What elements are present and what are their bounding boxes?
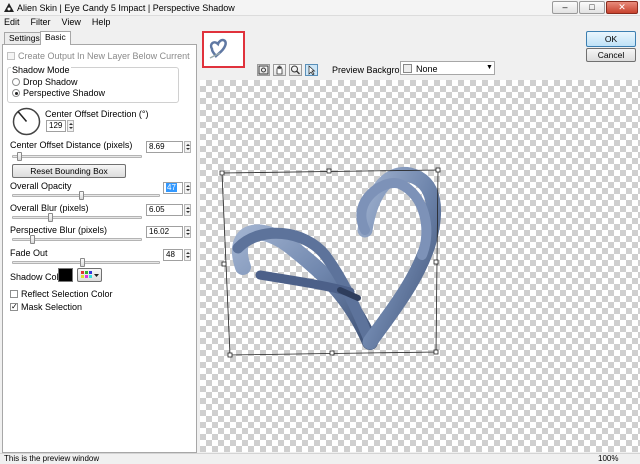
menu-edit[interactable]: Edit (4, 16, 20, 29)
center-offset-direction-input[interactable]: 129 (46, 120, 66, 132)
window-title: Alien Skin | Eye Candy 5 Impact | Perspe… (17, 3, 235, 13)
overall-blur-input[interactable]: 6.05 (146, 204, 183, 216)
fade-out-label: Fade Out (10, 248, 48, 258)
app-icon (4, 3, 14, 12)
center-offset-direction-label: Center Offset Direction (°) (45, 109, 149, 119)
create-output-label: Create Output In New Layer Below Current (18, 51, 190, 61)
zoom-fit-icon (258, 65, 269, 75)
settings-panel: Settings Basic Create Output In New Laye… (0, 29, 200, 453)
center-offset-distance-spinner[interactable] (184, 141, 191, 153)
overall-opacity-value: 47 (166, 183, 177, 192)
zoom-icon (291, 65, 300, 75)
drop-shadow-radio[interactable] (12, 78, 20, 86)
overall-opacity-spinner[interactable] (184, 182, 191, 194)
overall-opacity-track (12, 194, 160, 197)
reset-bounding-box-button[interactable]: Reset Bounding Box (12, 164, 126, 178)
checkmark-icon: ✓ (11, 302, 18, 311)
preset-thumbnail[interactable] (202, 31, 245, 68)
preview-window[interactable] (200, 80, 640, 452)
overall-blur-slider[interactable] (48, 213, 53, 222)
arrow-icon (308, 65, 316, 76)
fade-out-slider[interactable] (80, 258, 86, 267)
shadow-color-swatch[interactable] (58, 268, 73, 282)
pan-tool-button[interactable] (273, 64, 286, 76)
perspective-blur-input[interactable]: 16.02 (146, 226, 183, 238)
ribbon-heart (231, 166, 441, 350)
tab-settings[interactable]: Settings (4, 32, 45, 44)
zoom-level: 100% (598, 454, 619, 463)
minimize-button[interactable]: – (552, 1, 578, 14)
drop-shadow-label: Drop Shadow (23, 77, 78, 87)
perspective-shadow-radio[interactable] (12, 89, 20, 97)
overall-blur-label: Overall Blur (pixels) (10, 203, 89, 213)
menu-view[interactable]: View (62, 16, 81, 29)
shadow-mode-label: Shadow Mode (11, 65, 71, 75)
basic-tab-panel: Create Output In New Layer Below Current… (2, 44, 197, 453)
overall-opacity-input[interactable]: 47 (163, 182, 183, 194)
cancel-button[interactable]: Cancel (586, 48, 636, 62)
mask-selection-checkbox[interactable]: ✓ (10, 303, 18, 311)
preview-background-value: None (416, 64, 438, 74)
hand-icon (276, 65, 283, 75)
maximize-button[interactable]: □ (579, 1, 605, 14)
palette-icon (81, 271, 99, 278)
center-offset-distance-label: Center Offset Distance (pixels) (10, 140, 133, 150)
reflect-selection-color-checkbox[interactable] (10, 290, 18, 298)
shadow-mode-group: Shadow Mode Drop Shadow Perspective Shad… (7, 65, 179, 103)
menu-help[interactable]: Help (92, 16, 111, 29)
perspective-shadow-label: Perspective Shadow (23, 88, 106, 98)
fade-out-input[interactable]: 48 (163, 249, 183, 261)
zoom-tool-button[interactable] (289, 64, 302, 76)
overall-blur-spinner[interactable] (184, 204, 191, 216)
tab-basic[interactable]: Basic (40, 31, 71, 45)
overall-blur-track (12, 216, 142, 219)
center-offset-distance-slider[interactable] (16, 152, 22, 161)
chevron-down-icon: ▼ (486, 64, 493, 71)
direction-dial[interactable] (12, 107, 41, 136)
status-bar: This is the preview window 100% (0, 453, 640, 464)
background-swatch-icon (403, 64, 412, 73)
color-picker-button[interactable] (77, 268, 102, 282)
center-offset-distance-input[interactable]: 8.69 (146, 141, 183, 153)
fade-out-spinner[interactable] (184, 249, 191, 261)
ribbon-thumbnail-icon (209, 38, 227, 59)
close-button[interactable]: ✕ (606, 1, 638, 14)
center-offset-direction-spinner[interactable] (67, 120, 74, 132)
preview-background-dropdown[interactable]: None ▼ (400, 61, 495, 75)
overall-opacity-label: Overall Opacity (10, 181, 72, 191)
create-output-checkbox[interactable] (7, 52, 15, 60)
center-offset-distance-track (12, 155, 142, 158)
ok-button[interactable]: OK (586, 31, 636, 47)
status-text: This is the preview window (4, 454, 100, 463)
overall-opacity-slider[interactable] (78, 191, 84, 200)
perspective-blur-label: Perspective Blur (pixels) (10, 225, 108, 235)
menu-filter[interactable]: Filter (31, 16, 51, 29)
title-bar: Alien Skin | Eye Candy 5 Impact | Perspe… (0, 0, 640, 16)
mask-selection-label: Mask Selection (21, 302, 83, 312)
fade-out-track (12, 261, 160, 264)
menu-bar: Edit Filter View Help (0, 16, 640, 29)
preview-canvas (219, 166, 441, 358)
select-tool-button[interactable] (305, 64, 318, 76)
perspective-blur-slider[interactable] (29, 235, 35, 244)
perspective-blur-spinner[interactable] (184, 226, 191, 238)
zoom-fit-button[interactable] (257, 64, 270, 76)
reflect-selection-color-label: Reflect Selection Color (21, 289, 113, 299)
